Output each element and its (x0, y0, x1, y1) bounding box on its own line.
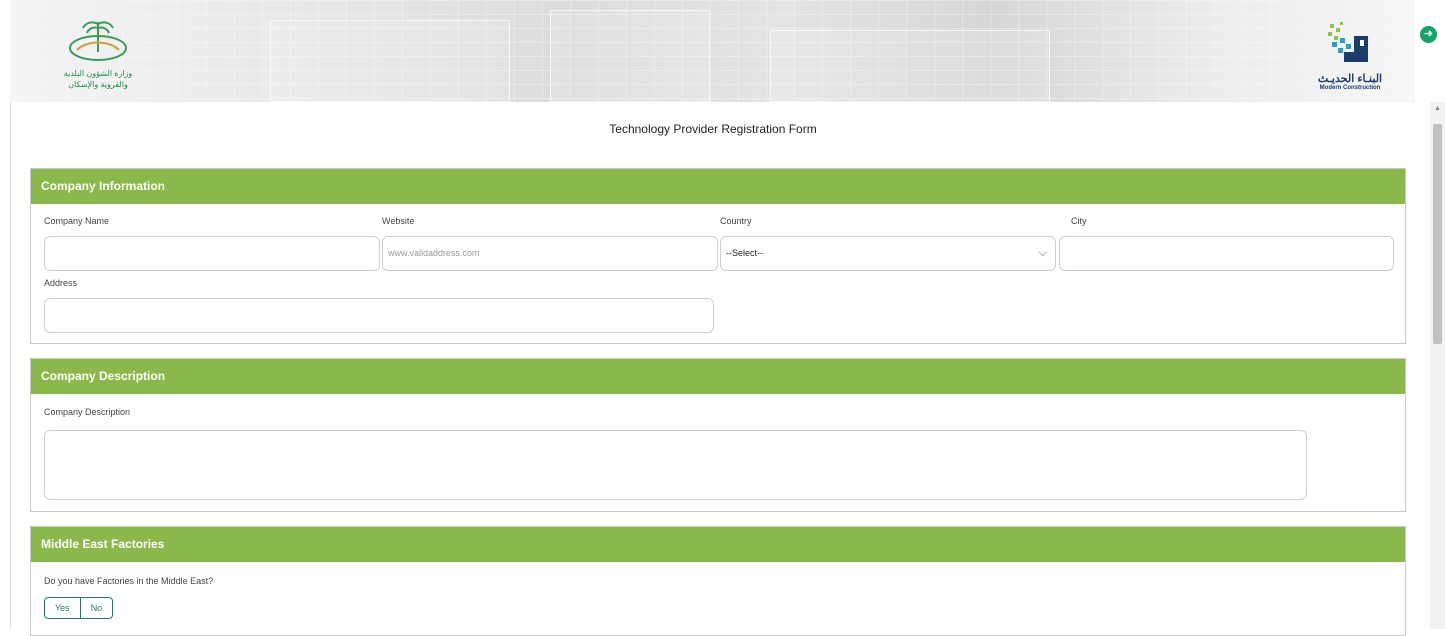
form-content: Technology Provider Registration Form Co… (10, 102, 1415, 636)
city-input[interactable] (1059, 236, 1394, 271)
banner-building-graphic (770, 30, 1050, 102)
banner-background-pattern (10, 0, 1415, 102)
factories-question: Do you have Factories in the Middle East… (44, 576, 214, 586)
company-description-textarea[interactable] (44, 430, 1307, 500)
ministry-emblem-icon (69, 21, 127, 61)
exit-arrow-icon: ➜ (1423, 28, 1434, 40)
middle-east-factories-heading: Middle East Factories (31, 527, 1405, 562)
website-input[interactable]: www.validaddress.com (382, 236, 718, 271)
country-selected-value: --Select-- (726, 248, 764, 258)
banner-building-graphic (550, 10, 710, 102)
middle-east-factories-section: Middle East Factories Do you have Factor… (30, 526, 1406, 636)
ministry-logo-text-line1: وزارة الشؤون البلدية (63, 69, 133, 78)
address-label: Address (44, 278, 78, 288)
scrollbar-thumb[interactable] (1433, 124, 1442, 344)
ministry-logo: وزارة الشؤون البلدية والقروية والإسكان (48, 18, 148, 98)
country-label: Country (720, 216, 752, 226)
country-select[interactable]: --Select-- ⌵ (720, 236, 1056, 271)
company-name-label: Company Name (44, 216, 110, 226)
modern-construction-arabic-text: البنـاء الحديـث (1317, 73, 1383, 85)
vertical-scrollbar[interactable]: ▲ (1430, 102, 1445, 629)
company-description-section: Company Description Company Description (30, 358, 1406, 512)
header-banner: وزارة الشؤون البلدية والقروية والإسكان ا… (10, 0, 1415, 102)
company-information-section: Company Information Company Name Website… (30, 168, 1406, 344)
modern-construction-logo: البنـاء الحديـث Modern Construction (1300, 20, 1400, 100)
scroll-up-arrow-icon[interactable]: ▲ (1430, 102, 1445, 116)
banner-building-graphic (270, 20, 510, 102)
modern-construction-logo-icon (1328, 22, 1368, 62)
company-description-label: Company Description (44, 407, 131, 417)
website-label: Website (382, 216, 415, 226)
modern-construction-english-text: Modern Construction (1319, 85, 1381, 91)
company-description-heading: Company Description (31, 359, 1405, 394)
form-title: Technology Provider Registration Form (609, 122, 817, 136)
factories-toggle: Yes No (44, 597, 114, 619)
address-input[interactable] (44, 298, 714, 333)
factories-no-button[interactable]: No (79, 598, 113, 618)
company-information-heading: Company Information (31, 169, 1405, 204)
company-name-input[interactable] (44, 236, 380, 271)
factories-yes-button[interactable]: Yes (45, 598, 80, 618)
chevron-down-icon: ⌵ (1038, 247, 1047, 259)
city-label: City (1071, 216, 1087, 226)
exit-button[interactable]: ➜ (1420, 26, 1437, 43)
ministry-logo-text-line2: والقروية والإسكان (68, 80, 128, 89)
